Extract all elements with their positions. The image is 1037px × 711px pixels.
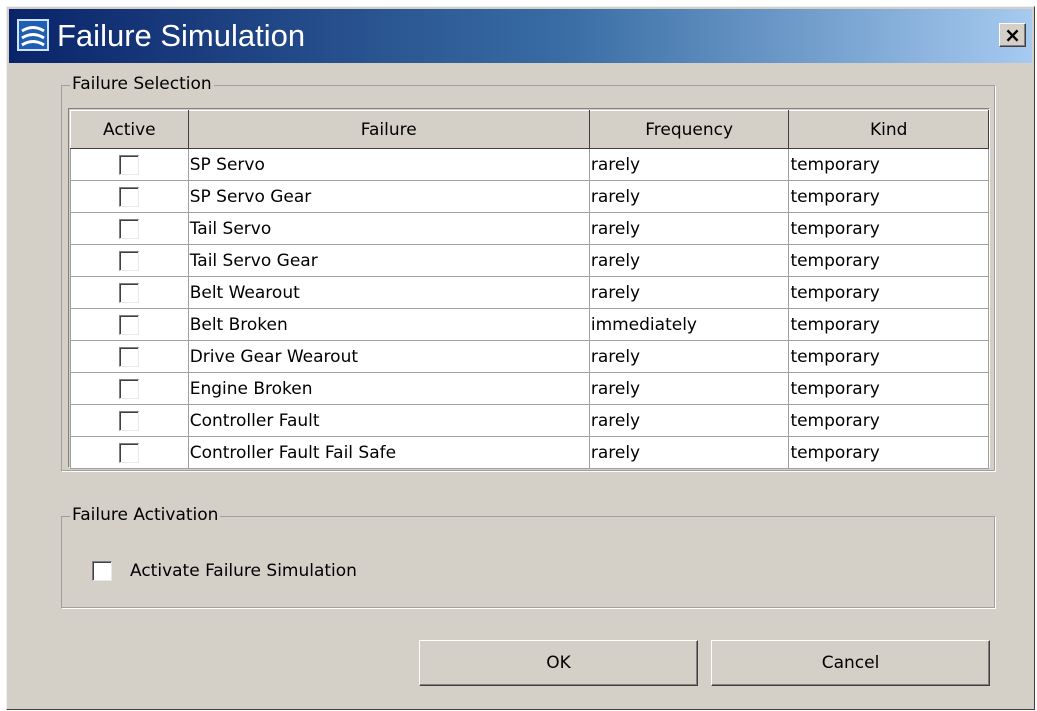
failure-cell[interactable]: SP Servo Gear <box>187 180 590 213</box>
kind-cell[interactable]: temporary <box>788 340 989 373</box>
activate-failure-simulation-option[interactable]: Activate Failure Simulation <box>92 559 357 583</box>
table-row[interactable]: Belt Broken immediately temporary <box>70 308 989 341</box>
failure-activation-group: Failure Activation Activate Failure Simu… <box>61 504 995 608</box>
window-title: Failure Simulation <box>57 18 306 53</box>
active-checkbox[interactable] <box>119 314 140 335</box>
frequency-cell[interactable]: rarely <box>588 180 790 213</box>
cancel-button[interactable]: Cancel <box>711 640 990 686</box>
table-row[interactable]: SP Servo Gear rarely temporary <box>70 180 989 213</box>
table-row[interactable]: Tail Servo Gear rarely temporary <box>70 244 989 277</box>
close-button[interactable]: × <box>999 23 1026 47</box>
frequency-cell[interactable]: rarely <box>588 244 790 277</box>
table-header-row: Active Failure Frequency Kind <box>70 110 989 149</box>
active-checkbox[interactable] <box>119 218 140 239</box>
frequency-cell[interactable]: rarely <box>588 404 790 437</box>
active-checkbox[interactable] <box>119 154 140 175</box>
frequency-cell[interactable]: rarely <box>588 436 790 469</box>
failure-activation-title: Failure Activation <box>70 504 221 526</box>
failure-cell[interactable]: Controller Fault <box>187 404 590 437</box>
active-checkbox[interactable] <box>119 378 140 399</box>
kind-cell[interactable]: temporary <box>788 436 989 469</box>
failure-cell[interactable]: Controller Fault Fail Safe <box>187 436 590 469</box>
active-checkbox[interactable] <box>119 186 140 207</box>
active-cell[interactable] <box>70 276 189 309</box>
active-checkbox[interactable] <box>119 250 140 271</box>
frequency-cell[interactable]: rarely <box>588 340 790 373</box>
column-header-kind[interactable]: Kind <box>788 110 989 149</box>
failure-simulation-dialog: Failure Simulation × Failure Selection A… <box>6 6 1035 710</box>
active-cell[interactable] <box>70 308 189 341</box>
table-row[interactable]: Engine Broken rarely temporary <box>70 372 989 405</box>
activate-failure-simulation-checkbox[interactable] <box>92 561 112 581</box>
active-cell[interactable] <box>70 148 189 181</box>
active-cell[interactable] <box>70 404 189 437</box>
failure-cell[interactable]: Belt Broken <box>187 308 590 341</box>
table-row[interactable]: Controller Fault rarely temporary <box>70 404 989 437</box>
failure-table-container[interactable]: Active Failure Frequency Kind SP Servo ra… <box>68 108 990 469</box>
frequency-cell[interactable]: rarely <box>588 276 790 309</box>
failure-cell[interactable]: SP Servo <box>187 148 590 181</box>
table-row[interactable]: Belt Wearout rarely temporary <box>70 276 989 309</box>
column-header-active[interactable]: Active <box>70 110 189 149</box>
frequency-cell[interactable]: rarely <box>588 212 790 245</box>
active-cell[interactable] <box>70 212 189 245</box>
active-checkbox[interactable] <box>119 346 140 367</box>
failure-cell[interactable]: Tail Servo Gear <box>187 244 590 277</box>
frequency-cell[interactable]: rarely <box>588 372 790 405</box>
failure-cell[interactable]: Tail Servo <box>187 212 590 245</box>
table-row[interactable]: SP Servo rarely temporary <box>70 148 989 181</box>
failure-selection-group: Failure Selection Active Failure Frequen… <box>61 73 995 471</box>
frequency-cell[interactable]: immediately <box>588 308 790 341</box>
column-header-frequency[interactable]: Frequency <box>588 110 790 149</box>
table-row[interactable]: Drive Gear Wearout rarely temporary <box>70 340 989 373</box>
kind-cell[interactable]: temporary <box>788 244 989 277</box>
kind-cell[interactable]: temporary <box>788 372 989 405</box>
kind-cell[interactable]: temporary <box>788 308 989 341</box>
ok-button[interactable]: OK <box>419 640 698 686</box>
table-row[interactable]: Tail Servo rarely temporary <box>70 212 989 245</box>
active-checkbox[interactable] <box>119 410 140 431</box>
active-cell[interactable] <box>70 180 189 213</box>
app-icon <box>17 19 49 51</box>
table-row[interactable]: Controller Fault Fail Safe rarely temporar… <box>70 436 989 469</box>
title-bar[interactable]: Failure Simulation × <box>9 9 1032 63</box>
kind-cell[interactable]: temporary <box>788 212 989 245</box>
kind-cell[interactable]: temporary <box>788 180 989 213</box>
frequency-cell[interactable]: rarely <box>588 148 790 181</box>
kind-cell[interactable]: temporary <box>788 276 989 309</box>
active-cell[interactable] <box>70 372 189 405</box>
failure-cell[interactable]: Drive Gear Wearout <box>187 340 590 373</box>
active-cell[interactable] <box>70 244 189 277</box>
active-checkbox[interactable] <box>119 282 140 303</box>
failure-selection-title: Failure Selection <box>70 73 214 95</box>
kind-cell[interactable]: temporary <box>788 148 989 181</box>
active-cell[interactable] <box>70 436 189 469</box>
failure-cell[interactable]: Belt Wearout <box>187 276 590 309</box>
active-cell[interactable] <box>70 340 189 373</box>
failure-table: Active Failure Frequency Kind SP Servo ra… <box>70 110 989 469</box>
activate-failure-simulation-label: Activate Failure Simulation <box>130 561 357 581</box>
active-checkbox[interactable] <box>119 442 140 463</box>
failure-cell[interactable]: Engine Broken <box>187 372 590 405</box>
kind-cell[interactable]: temporary <box>788 404 989 437</box>
column-header-failure[interactable]: Failure <box>187 110 590 149</box>
